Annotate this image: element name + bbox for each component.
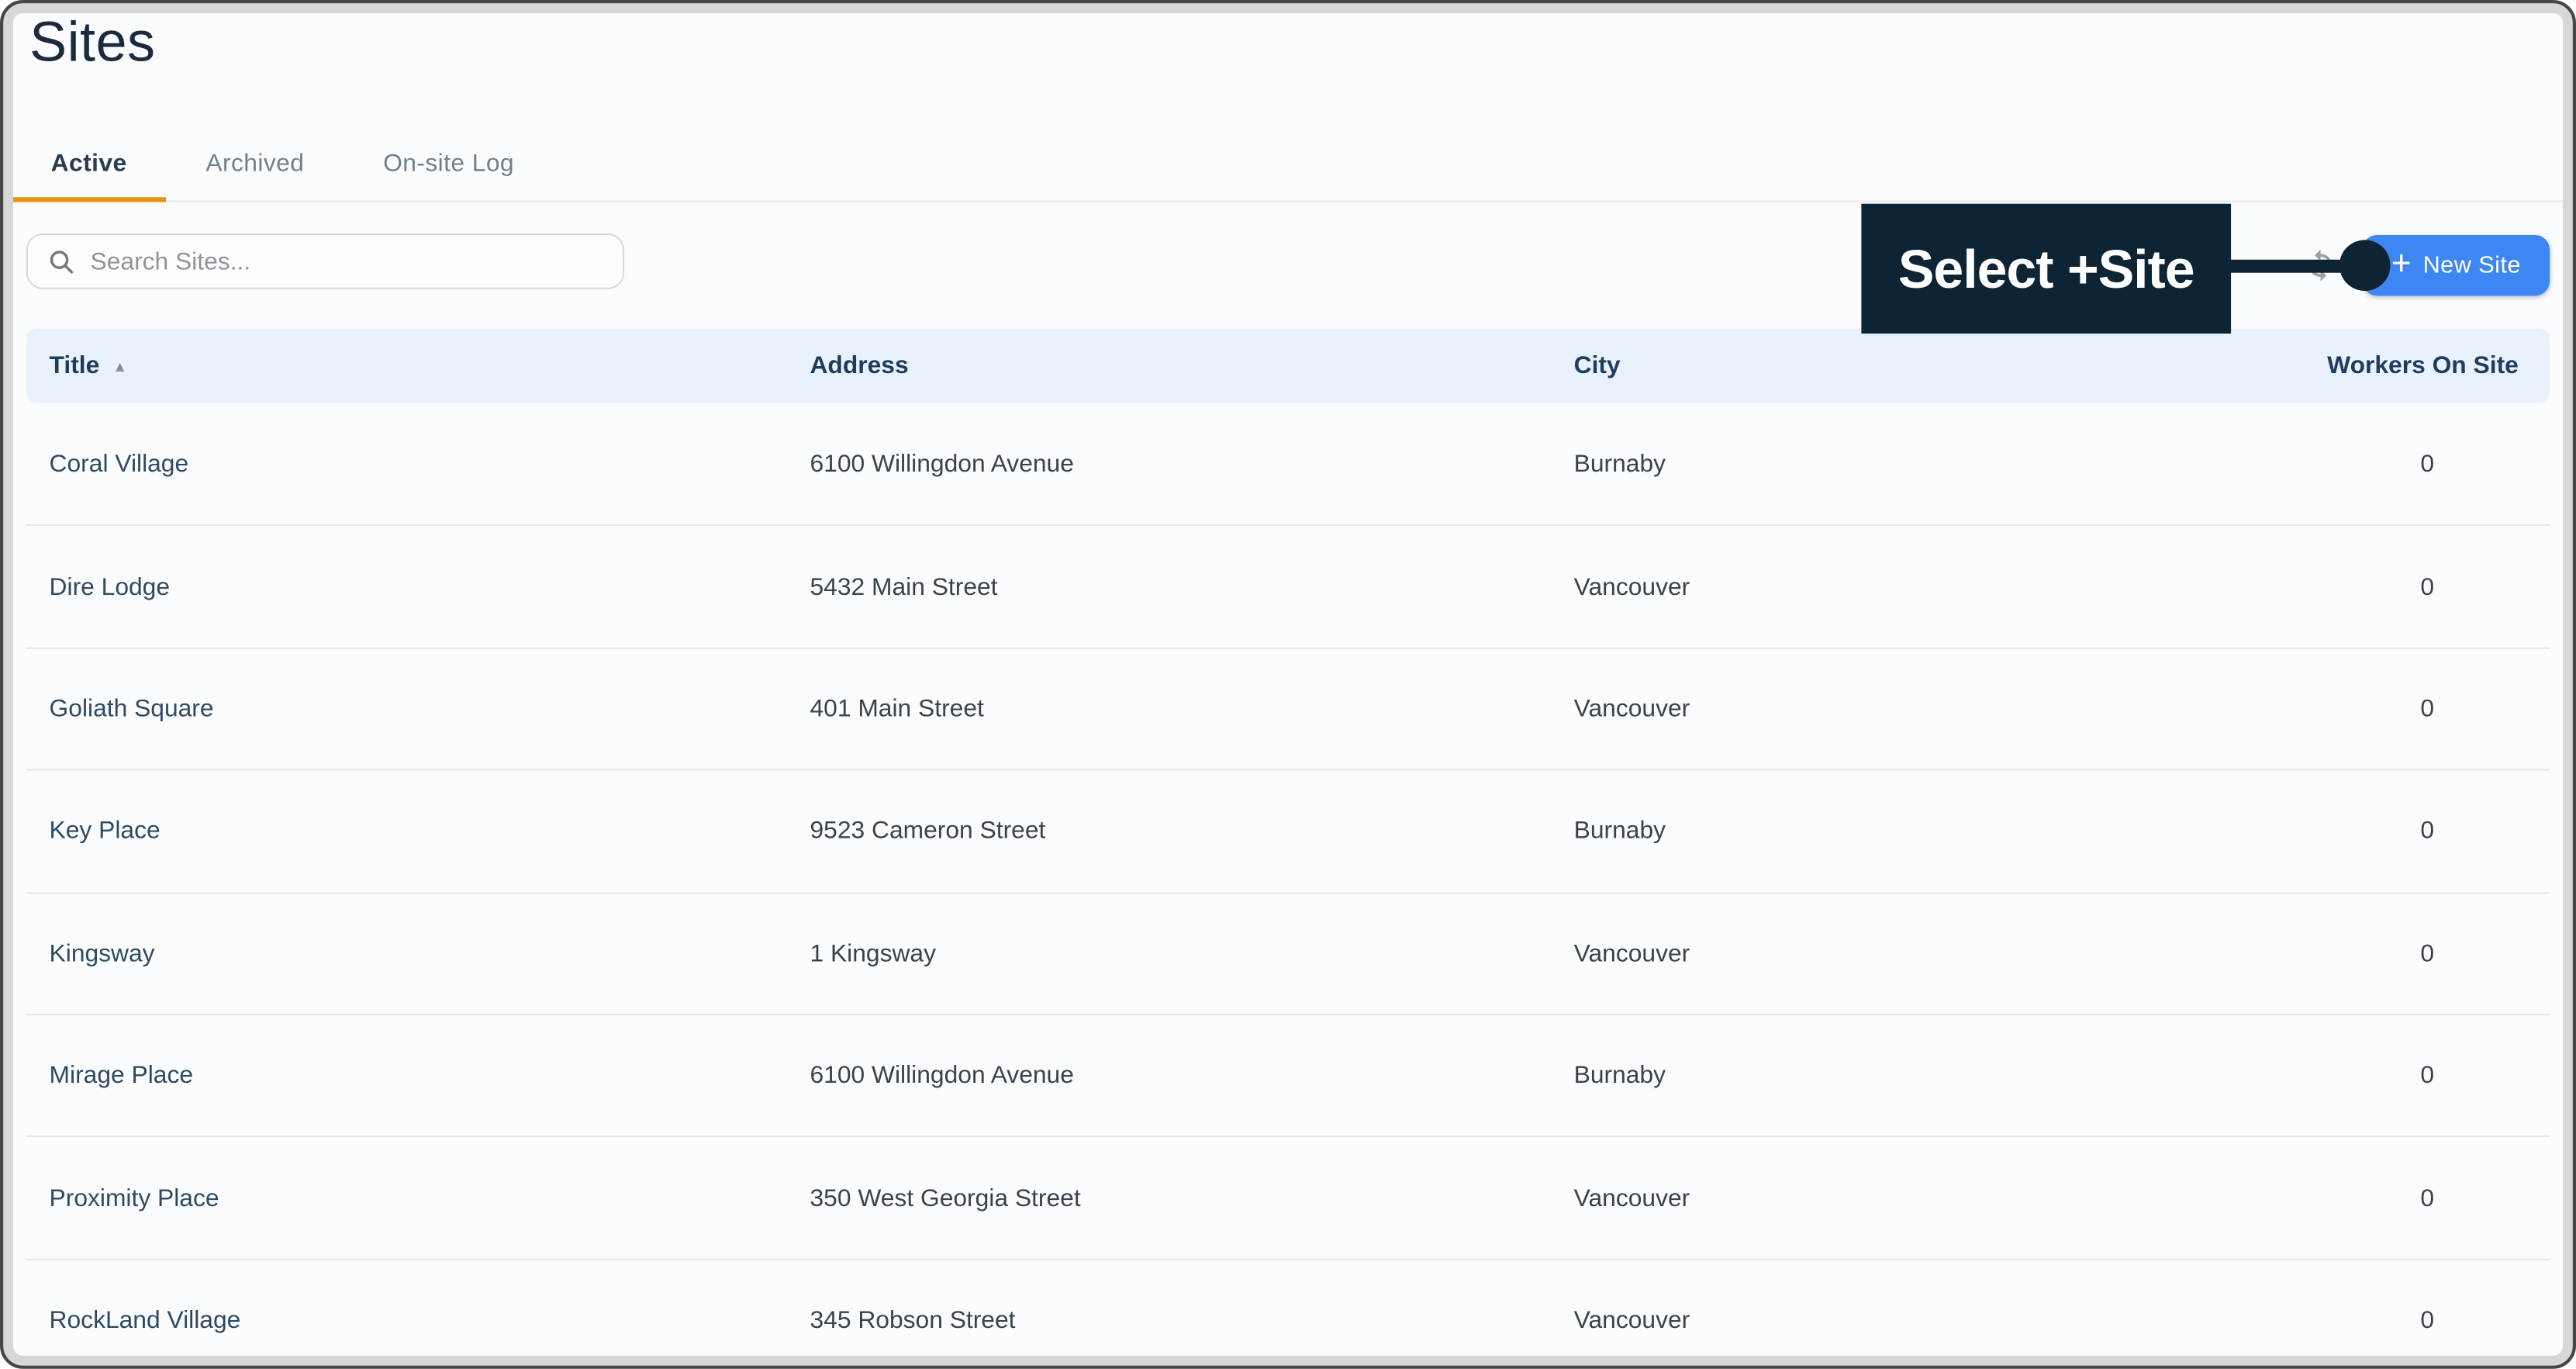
cell-address: 6100 Willingdon Avenue <box>810 1061 1074 1090</box>
cell-workers: 0 <box>2420 695 2435 724</box>
cell-workers: 0 <box>2420 572 2435 601</box>
cell-title: Mirage Place <box>49 1061 194 1090</box>
cell-address: 6100 Willingdon Avenue <box>810 449 1074 478</box>
sort-asc-icon: ▲ <box>112 358 128 375</box>
cell-workers: 0 <box>2420 1184 2435 1212</box>
cell-title: Dire Lodge <box>49 572 171 601</box>
annotation-callout: Select +Site <box>1861 203 2232 334</box>
cell-workers: 0 <box>2420 449 2435 478</box>
cell-address: 1 Kingsway <box>810 939 937 968</box>
table-row[interactable]: Kingsway 1 Kingsway Vancouver 0 <box>26 891 2550 1014</box>
table-header-row: Title ▲ Address City Workers On Site <box>26 328 2550 403</box>
cell-workers: 0 <box>2420 939 2435 968</box>
column-header-city[interactable]: City <box>1551 351 2285 379</box>
column-header-workers-on-site[interactable]: Workers On Site <box>2285 351 2550 379</box>
new-site-button-label: New Site <box>2422 252 2521 279</box>
cell-title: RockLand Village <box>49 1306 241 1335</box>
search-box[interactable] <box>26 233 625 289</box>
table-row[interactable]: RockLand Village 345 Robson Street Vanco… <box>26 1258 2550 1369</box>
cell-city: Vancouver <box>1573 939 1690 968</box>
cell-title: Coral Village <box>49 449 189 478</box>
table-row[interactable]: Dire Lodge 5432 Main Street Vancouver 0 <box>26 524 2550 648</box>
sites-page: Sites Active Archived On-site Log + New … <box>0 0 2576 1369</box>
tab-bar: Active Archived On-site Log <box>11 125 2565 202</box>
new-site-button[interactable]: + New Site <box>2362 234 2550 296</box>
tab-archived[interactable]: Archived <box>166 125 344 200</box>
sites-table: Title ▲ Address City Workers On Site Cora… <box>26 328 2550 1369</box>
cell-address: 9523 Cameron Street <box>810 817 1046 845</box>
cell-title: Kingsway <box>49 939 155 968</box>
column-header-title[interactable]: Title ▲ <box>26 351 787 379</box>
table-row[interactable]: Goliath Square 401 Main Street Vancouver… <box>26 647 2550 769</box>
search-input[interactable] <box>90 247 623 275</box>
table-row[interactable]: Key Place 9523 Cameron Street Burnaby 0 <box>26 769 2550 892</box>
annotation-label: Select +Site <box>1897 237 2195 299</box>
cell-city: Vancouver <box>1573 1306 1690 1335</box>
search-icon <box>50 250 74 273</box>
tab-onsite-log[interactable]: On-site Log <box>344 125 554 200</box>
cell-workers: 0 <box>2420 817 2435 845</box>
cell-address: 401 Main Street <box>810 695 984 724</box>
screenshot-viewport: Sites Active Archived On-site Log + New … <box>0 0 2576 1369</box>
cell-title: Proximity Place <box>49 1184 219 1212</box>
cell-workers: 0 <box>2420 1061 2435 1090</box>
plus-icon: + <box>2391 244 2412 283</box>
annotation-arrow-dot <box>2339 240 2391 291</box>
cell-city: Burnaby <box>1573 449 1666 478</box>
table-row[interactable]: Mirage Place 6100 Willingdon Avenue Burn… <box>26 1014 2550 1136</box>
tab-active[interactable]: Active <box>11 125 167 202</box>
cell-address: 350 West Georgia Street <box>810 1184 1081 1212</box>
cell-address: 345 Robson Street <box>810 1306 1016 1335</box>
cell-city: Burnaby <box>1573 1061 1666 1090</box>
cell-city: Vancouver <box>1573 695 1690 724</box>
cell-workers: 0 <box>2420 1306 2435 1335</box>
table-row[interactable]: Proximity Place 350 West Georgia Street … <box>26 1136 2550 1259</box>
cell-city: Vancouver <box>1573 1184 1690 1212</box>
page-title: Sites <box>29 11 156 74</box>
cell-title: Goliath Square <box>49 695 214 724</box>
column-header-address[interactable]: Address <box>787 351 1551 379</box>
cell-city: Burnaby <box>1573 817 1666 845</box>
cell-city: Vancouver <box>1573 572 1690 601</box>
cell-title: Key Place <box>49 817 161 845</box>
table-row[interactable]: Coral Village 6100 Willingdon Avenue Bur… <box>26 403 2550 525</box>
cell-address: 5432 Main Street <box>810 572 998 601</box>
